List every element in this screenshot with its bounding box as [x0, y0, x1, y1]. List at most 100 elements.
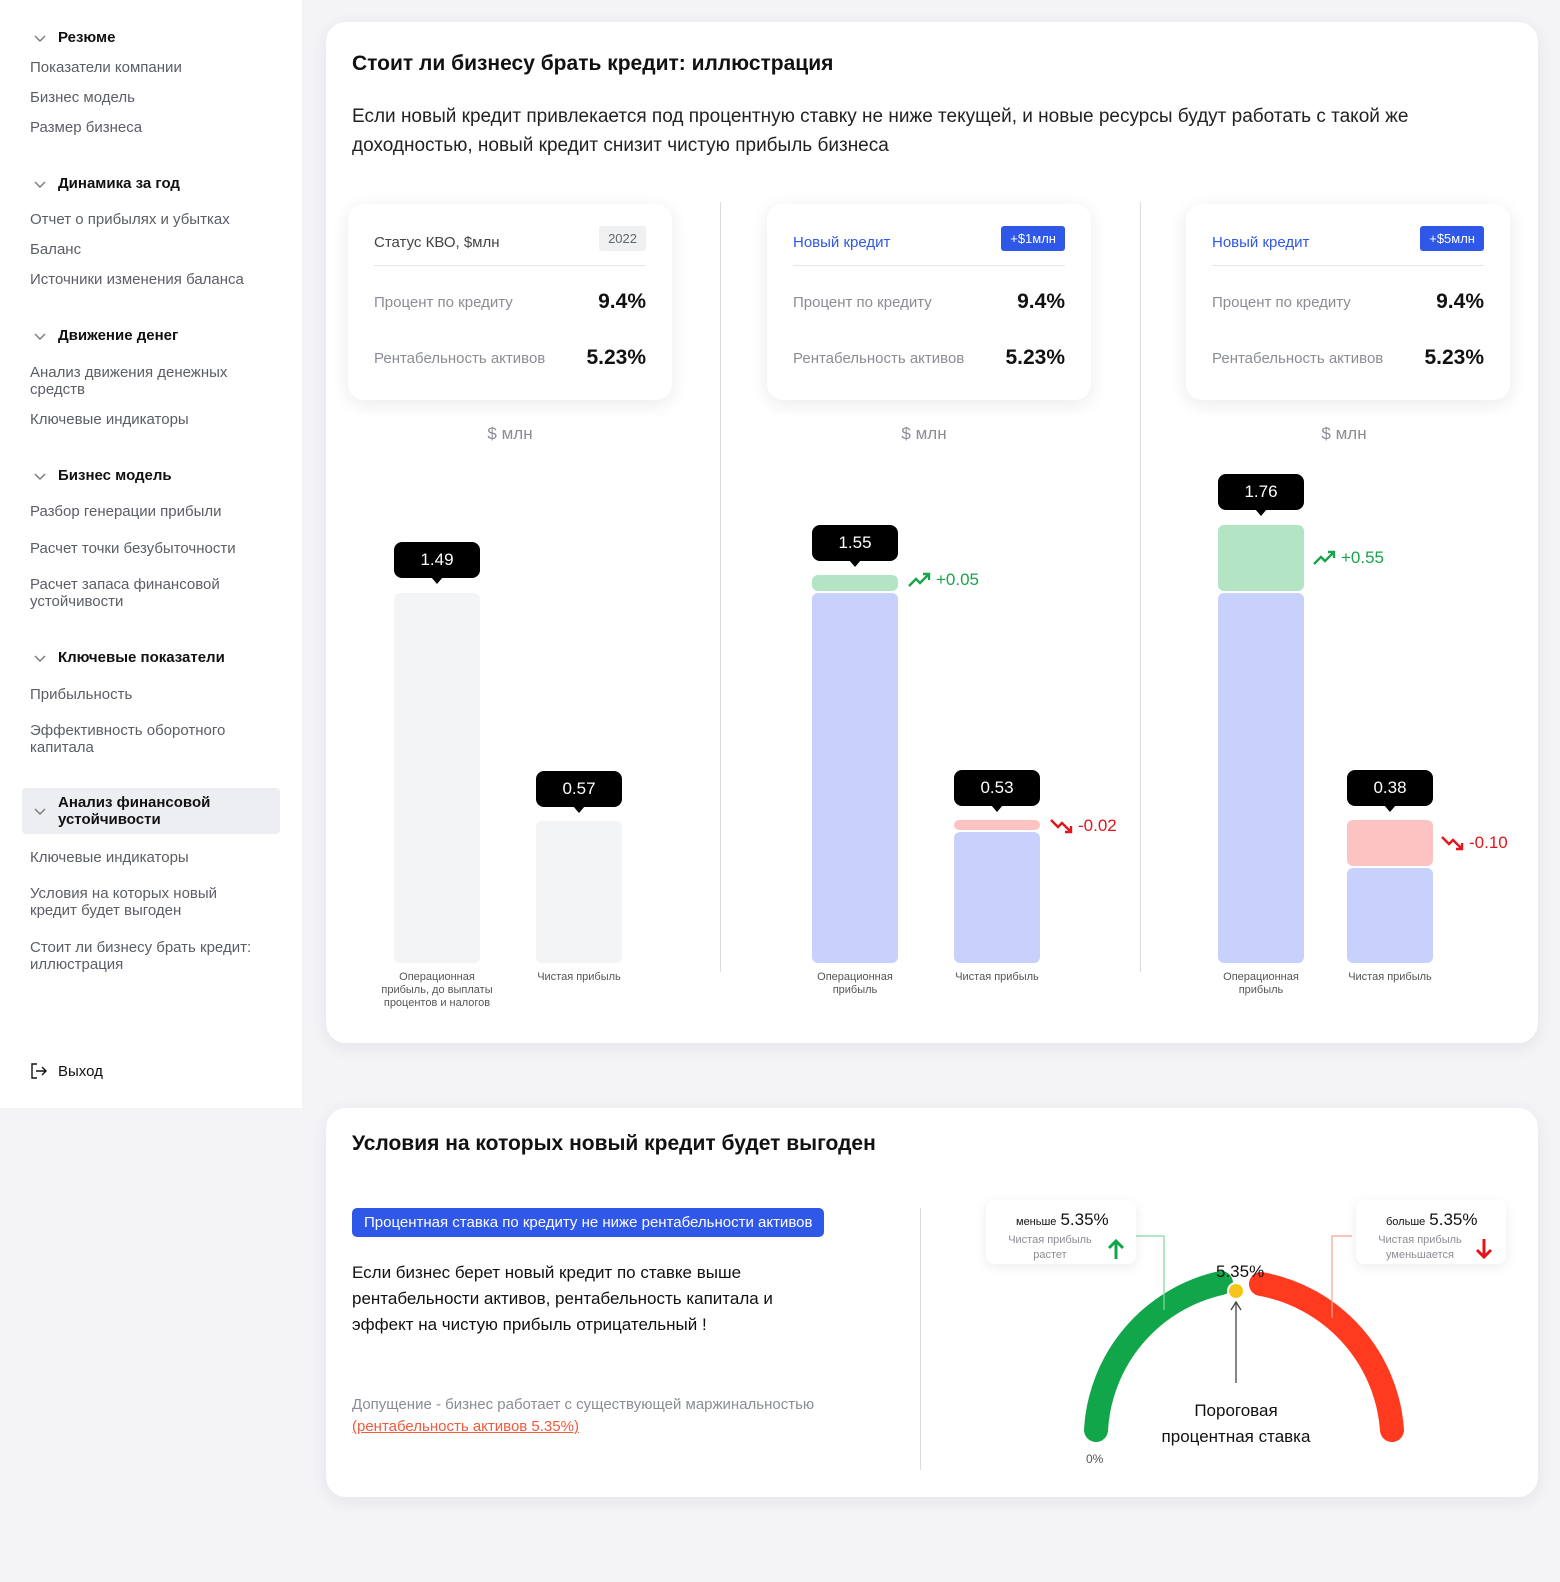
sidebar-item-profit-generation[interactable]: Разбор генерации прибыли — [30, 503, 280, 520]
status-info-card: Статус КВО, $млн 2022 Процент по кредиту… — [348, 204, 672, 400]
rate-label: Процент по кредиту — [374, 293, 513, 311]
sidebar-item-pnl[interactable]: Отчет о прибылях и убытках — [30, 211, 280, 228]
roa-label: Рентабельность активов — [1212, 349, 1384, 367]
net-profit-decrease-segment — [954, 820, 1040, 830]
assumption-link[interactable]: (рентабельность активов 5.35%) — [352, 1418, 579, 1435]
x-axis-label: Чистая прибыль — [955, 971, 1039, 983]
gauge-threshold-value: 5.35% — [1216, 1262, 1265, 1281]
sidebar-section-dynamics[interactable]: Динамика за год — [22, 175, 280, 192]
roa-row: Рентабельность активов 5.23% — [374, 346, 646, 370]
x-axis-label: Операционная прибыль, до выплаты процент… — [381, 971, 493, 1009]
sidebar-item-business-model[interactable]: Бизнес модель — [30, 89, 280, 106]
x-axis-label: Чистая прибыль — [1348, 971, 1432, 983]
delta-value: -0.10 — [1469, 833, 1508, 852]
sidebar-item-stability-indicators[interactable]: Ключевые индикаторы — [30, 849, 280, 866]
info-card-label: Новый кредит — [793, 234, 891, 251]
sidebar-item-financial-margin[interactable]: Расчет запаса финансовой устойчивости — [30, 576, 245, 610]
chevron-down-icon — [34, 333, 46, 340]
rate-label: Процент по кредиту — [793, 293, 932, 311]
info-card-header: Новый кредит +$1млн — [793, 226, 1065, 266]
roa-label: Рентабельность активов — [793, 349, 965, 367]
info-card-label: Новый кредит — [1212, 234, 1310, 251]
sidebar-item-working-capital[interactable]: Эффективность оборотного капитала — [30, 722, 245, 756]
unit-label: $ млн — [1321, 424, 1367, 443]
sidebar-section-label: Динамика за год — [58, 175, 180, 192]
credit-amount-tag: +$1млн — [1001, 226, 1065, 251]
op-profit-bar — [394, 593, 480, 963]
net-profit-bar — [1347, 868, 1433, 963]
info-card-label: Статус КВО, $млн — [374, 234, 500, 251]
rate-row: Процент по кредиту 9.4% — [1212, 290, 1484, 314]
credit-illustration-card: Стоит ли бизнесу брать кредит: иллюстрац… — [326, 22, 1538, 1043]
sidebar-item-key-indicators[interactable]: Ключевые индикаторы — [30, 411, 280, 428]
chevron-down-icon — [34, 35, 46, 42]
value-bubble: 0.53 — [954, 770, 1040, 812]
illustration-title: Стоит ли бизнесу брать кредит: иллюстрац… — [352, 52, 834, 75]
less-than-box: меньше 5.35% Чистая прибыль растет — [986, 1200, 1136, 1264]
divider — [1140, 202, 1141, 972]
info-card-header: Новый кредит +$5млн — [1212, 226, 1484, 266]
arrow-up-icon — [1107, 1238, 1125, 1259]
chevron-down-icon — [34, 655, 46, 662]
unit-label: $ млн — [487, 424, 533, 443]
conditions-paragraph: Если бизнес берет новый кредит по ставке… — [352, 1263, 773, 1334]
sidebar-section-business-model[interactable]: Бизнес модель — [22, 467, 280, 484]
net-profit-bar — [536, 821, 622, 963]
condition-badge: Процентная ставка по кредиту не ниже рен… — [352, 1208, 825, 1237]
sidebar-item-business-size[interactable]: Размер бизнеса — [30, 119, 280, 136]
trend-down-icon — [1050, 819, 1073, 834]
op-profit-delta: +0.05 — [908, 570, 979, 590]
rate-row: Процент по кредиту 9.4% — [793, 290, 1065, 314]
divider — [920, 1208, 921, 1470]
arrow-down-icon — [1475, 1239, 1493, 1260]
logout-icon — [31, 1063, 47, 1079]
roa-value: 5.23% — [1424, 346, 1484, 369]
sidebar-section-key-metrics[interactable]: Ключевые показатели — [22, 649, 280, 666]
conditions-title: Условия на которых новый кредит будет вы… — [352, 1132, 876, 1155]
box-subtitle: Чистая прибыль растет — [1008, 1234, 1092, 1261]
roa-label: Рентабельность активов — [374, 349, 546, 367]
sidebar-item-cashflow-analysis[interactable]: Анализ движения денежных средств — [30, 364, 250, 398]
box-title: меньше 5.35% — [1016, 1210, 1109, 1229]
trend-down-icon — [1441, 836, 1464, 851]
sidebar-section-label: Резюме — [58, 29, 116, 46]
rate-label: Процент по кредиту — [1212, 293, 1351, 311]
value-bubble: 1.49 — [394, 542, 480, 584]
net-profit-decrease-segment — [1347, 820, 1433, 866]
sidebar-item-credit-conditions[interactable]: Условия на которых новый кредит будет вы… — [30, 885, 240, 919]
sidebar: Резюме Показатели компании Бизнес модель… — [0, 0, 302, 1108]
roa-row: Рентабельность активов 5.23% — [793, 346, 1065, 370]
net-profit-delta: -0.02 — [1050, 816, 1117, 836]
year-tag: 2022 — [599, 226, 646, 251]
x-axis-label: Операционная прибыль — [1223, 971, 1299, 996]
trend-up-icon — [1313, 550, 1336, 565]
gauge-min-label: 0% — [1086, 1452, 1104, 1466]
logout-label: Выход — [58, 1062, 103, 1080]
sidebar-item-breakeven[interactable]: Расчет точки безубыточности — [30, 540, 280, 557]
op-profit-increase-segment — [1218, 525, 1304, 591]
rate-value: 9.4% — [598, 290, 646, 313]
chevron-down-icon — [34, 808, 46, 815]
box-subtitle: Чистая прибыль уменьшается — [1378, 1234, 1462, 1261]
x-axis-label: Операционная прибыль — [817, 971, 893, 996]
op-profit-bar — [812, 593, 898, 963]
sidebar-item-credit-illustration[interactable]: Стоит ли бизнесу брать кредит: иллюстрац… — [30, 939, 275, 973]
new-credit-5-info-card: Новый кредит +$5млн Процент по кредиту 9.… — [1186, 204, 1510, 400]
sidebar-item-balance-sources[interactable]: Источники изменения баланса — [30, 271, 280, 288]
x-axis-label: Чистая прибыль — [537, 971, 621, 983]
sidebar-item-company-indicators[interactable]: Показатели компании — [30, 59, 280, 76]
info-card-header: Статус КВО, $млн 2022 — [374, 226, 646, 266]
sidebar-section-financial-stability[interactable]: Анализ финансовой устойчивости — [22, 788, 280, 834]
sidebar-item-profitability[interactable]: Прибыльность — [30, 686, 280, 703]
sidebar-section-cashflow[interactable]: Движение денег — [22, 327, 280, 344]
unit-label: $ млн — [901, 424, 947, 443]
sidebar-item-balance[interactable]: Баланс — [30, 241, 280, 258]
op-profit-bar — [1218, 593, 1304, 963]
roa-value: 5.23% — [586, 346, 646, 369]
sidebar-section-label: Ключевые показатели — [58, 649, 225, 666]
greater-than-box: больше 5.35% Чистая прибыль уменьшается — [1356, 1200, 1506, 1264]
value-bubble: 1.76 — [1218, 474, 1304, 516]
logout-button[interactable]: Выход — [30, 1062, 103, 1080]
sidebar-section-summary[interactable]: Резюме — [22, 29, 280, 46]
value-bubble: 0.57 — [536, 771, 622, 813]
